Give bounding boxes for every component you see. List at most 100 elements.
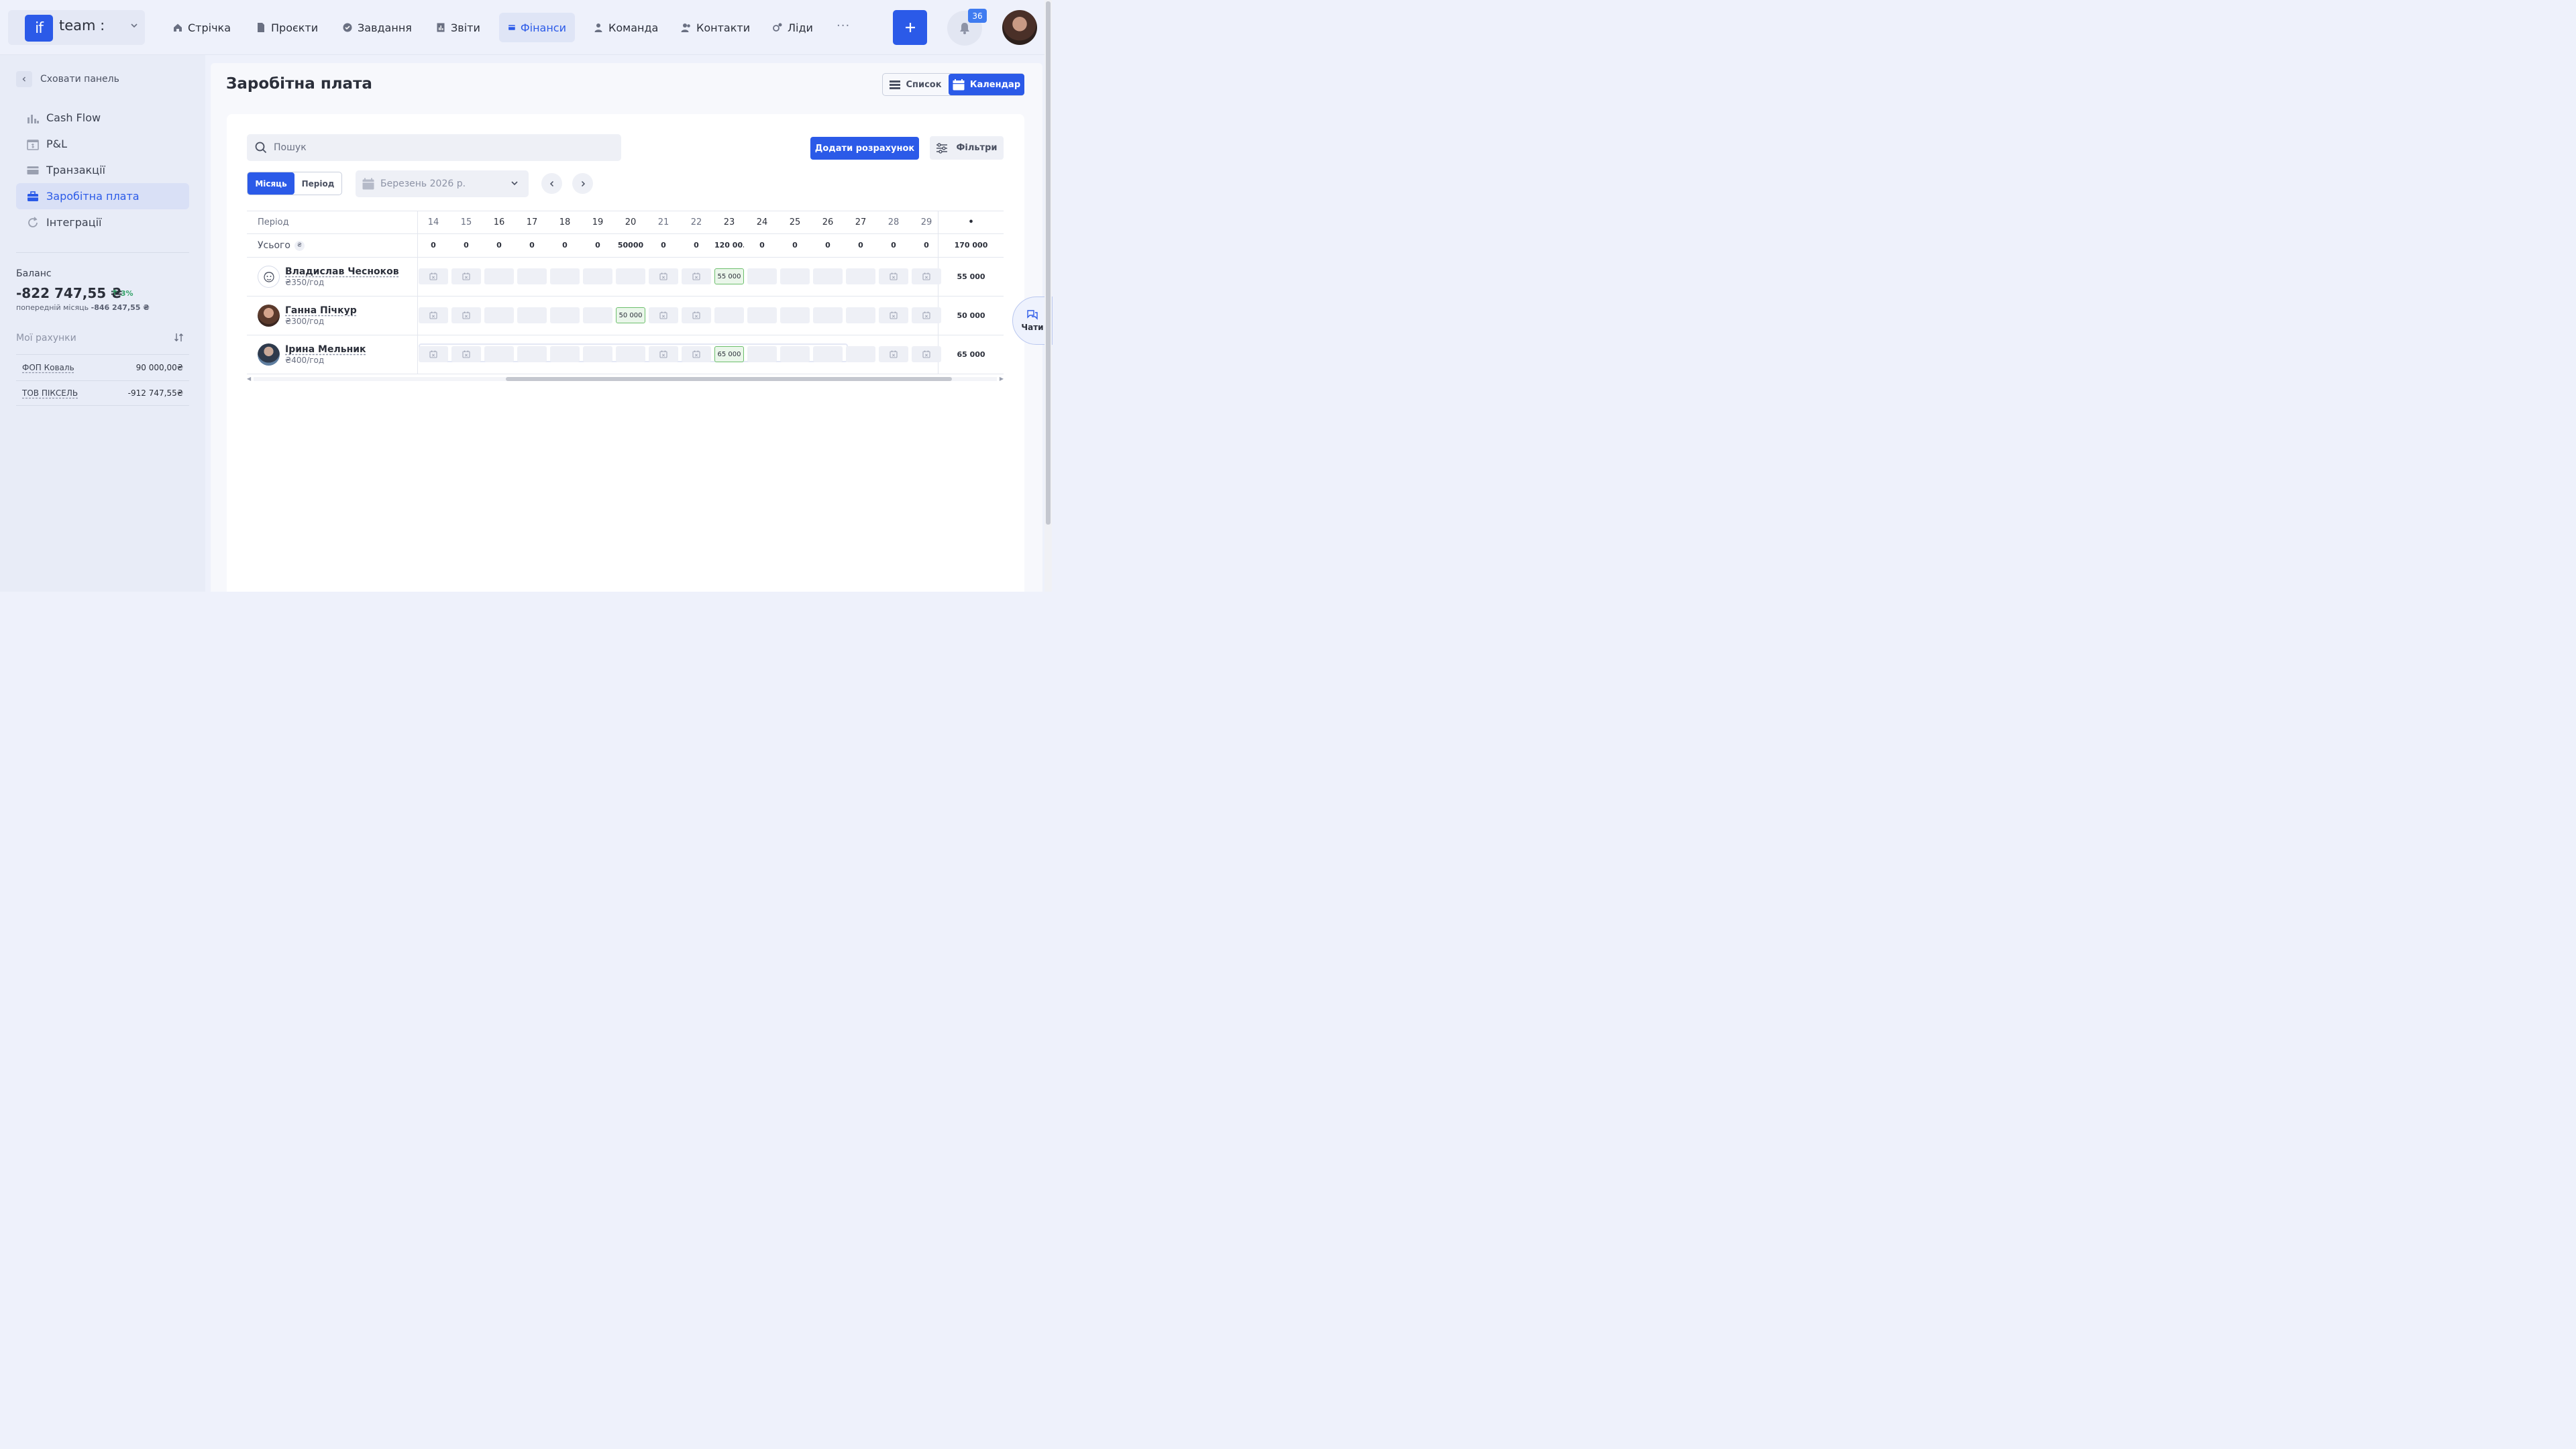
nav-team[interactable]: Команда	[584, 13, 667, 42]
day-cell[interactable]	[682, 307, 711, 323]
add-button[interactable]	[893, 10, 927, 45]
nav-finance[interactable]: Фінанси	[499, 13, 575, 42]
day-cell[interactable]	[583, 268, 612, 284]
day-cell[interactable]	[682, 268, 711, 284]
nav-contacts[interactable]: Контакти	[672, 13, 759, 42]
day-cell[interactable]	[484, 268, 514, 284]
nav-reports[interactable]: Звіти	[427, 13, 489, 42]
avatar[interactable]	[258, 343, 280, 366]
day-cell[interactable]	[846, 346, 875, 362]
day-cell[interactable]	[813, 346, 843, 362]
day-cell[interactable]	[583, 346, 612, 362]
day-cell[interactable]	[780, 268, 810, 284]
arrow-up-icon	[112, 289, 117, 295]
sidebar-item-cashflow[interactable]: Cash Flow	[16, 105, 189, 131]
nav-leads[interactable]: Ліди	[763, 13, 822, 42]
month-select[interactable]: Березень 2026 р.	[356, 170, 529, 197]
scroll-thumb[interactable]	[506, 377, 952, 381]
sidebar-item-label: P&L	[46, 138, 68, 150]
day-cell[interactable]	[517, 346, 547, 362]
search-input[interactable]	[274, 142, 596, 153]
day-cell[interactable]	[419, 346, 448, 362]
avatar[interactable]	[258, 266, 280, 288]
day-cell[interactable]	[682, 346, 711, 362]
day-header: 22	[690, 217, 702, 227]
balance-value: -822 747,55 ₴	[16, 285, 123, 301]
add-calculation-button[interactable]: Додати розрахунок	[810, 137, 919, 160]
more-icon[interactable]: ···	[837, 19, 850, 33]
day-cell[interactable]	[451, 346, 481, 362]
day-cell[interactable]	[451, 268, 481, 284]
search-box[interactable]	[247, 134, 621, 161]
day-cell[interactable]	[813, 268, 843, 284]
day-cell[interactable]	[747, 268, 777, 284]
day-cell[interactable]	[484, 307, 514, 323]
day-cell[interactable]	[813, 307, 843, 323]
payment-cell[interactable]: 50 000	[616, 307, 645, 323]
next-month-button[interactable]	[572, 173, 593, 194]
scroll-right-icon[interactable]: ▶	[1000, 376, 1004, 382]
filters-button[interactable]: Фільтри	[930, 136, 1004, 160]
day-cell[interactable]	[747, 307, 777, 323]
day-cell[interactable]	[419, 268, 448, 284]
day-cell[interactable]	[649, 346, 678, 362]
scroll-left-icon[interactable]: ◀	[247, 376, 251, 382]
sidebar-item-pnl[interactable]: P&L	[16, 131, 189, 157]
sidebar-item-transactions[interactable]: Транзакції	[16, 157, 189, 183]
day-cell[interactable]	[846, 307, 875, 323]
nav-projects[interactable]: Проєкти	[247, 13, 327, 42]
day-cell[interactable]	[879, 307, 908, 323]
day-cell[interactable]	[649, 307, 678, 323]
day-cell[interactable]	[419, 307, 448, 323]
vertical-scrollbar[interactable]	[1044, 0, 1052, 592]
day-cell[interactable]	[780, 307, 810, 323]
payment-cell[interactable]: 65 000	[714, 346, 744, 362]
day-cell[interactable]	[616, 268, 645, 284]
mode-period-button[interactable]: Період	[294, 172, 341, 195]
day-cell[interactable]	[649, 268, 678, 284]
day-cell[interactable]	[846, 268, 875, 284]
day-cell[interactable]	[484, 346, 514, 362]
hide-panel-button[interactable]: Сховати панель	[16, 71, 119, 87]
day-cell[interactable]	[550, 346, 580, 362]
day-cell[interactable]	[912, 346, 941, 362]
user-avatar[interactable]	[1002, 10, 1037, 45]
day-cell[interactable]	[780, 346, 810, 362]
day-cell[interactable]	[517, 268, 547, 284]
day-cell[interactable]	[451, 307, 481, 323]
day-header: 26	[822, 217, 834, 227]
scroll-thumb[interactable]	[1046, 1, 1051, 525]
payment-cell[interactable]: 55 000	[714, 268, 744, 284]
view-calendar-button[interactable]: Календар	[949, 74, 1024, 95]
day-cell[interactable]	[747, 346, 777, 362]
day-cell[interactable]	[714, 307, 744, 323]
view-list-button[interactable]: Список	[883, 74, 949, 95]
account-name[interactable]: ТОВ ПІКСЕЛЬ	[22, 388, 78, 398]
team-switcher[interactable]: if team :	[8, 10, 145, 45]
sidebar-item-integrations[interactable]: Інтеграції	[16, 209, 189, 235]
employee-name[interactable]: Ірина Мельник	[285, 344, 366, 355]
account-name[interactable]: ФОП Коваль	[22, 363, 74, 372]
mode-month-button[interactable]: Місяць	[248, 172, 294, 195]
day-cell[interactable]	[616, 346, 645, 362]
account-row[interactable]: ТОВ ПІКСЕЛЬ -912 747,55₴	[16, 380, 189, 406]
day-cell[interactable]	[583, 307, 612, 323]
avatar[interactable]	[258, 305, 280, 327]
sort-icon[interactable]	[174, 332, 184, 343]
prev-month-button[interactable]	[541, 173, 562, 194]
sidebar-item-salary[interactable]: Заробітна плата	[16, 183, 189, 209]
day-cell[interactable]	[879, 346, 908, 362]
day-cell[interactable]	[912, 307, 941, 323]
day-cell[interactable]	[912, 268, 941, 284]
account-row[interactable]: ФОП Коваль 90 000,00₴	[16, 354, 189, 380]
day-cell[interactable]	[550, 268, 580, 284]
day-cell[interactable]	[517, 307, 547, 323]
nav-feed[interactable]: Стрічка	[164, 13, 239, 42]
nav-tasks[interactable]: Завдання	[333, 13, 421, 42]
calendar-x-icon	[659, 350, 667, 358]
employee-name[interactable]: Ганна Пічкур	[285, 305, 357, 316]
day-cell[interactable]	[550, 307, 580, 323]
employee-name[interactable]: Владислав Чесноков	[285, 266, 399, 277]
horizontal-scrollbar[interactable]: ◀ ▶	[247, 376, 1004, 382]
day-cell[interactable]	[879, 268, 908, 284]
